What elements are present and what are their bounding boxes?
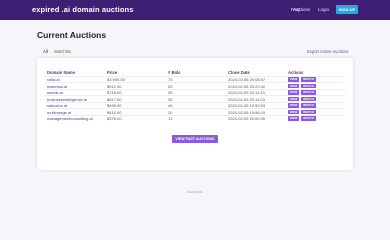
view-button[interactable]: VIEW: [288, 103, 299, 108]
row-divider: [45, 95, 345, 96]
column-header-actions: Actions: [288, 70, 304, 75]
cell-close-date: 2024-02-05 19:59:03: [228, 103, 266, 108]
brand-logo[interactable]: expired .ai domain auctions: [32, 5, 133, 14]
watch-button[interactable]: WATCH: [301, 116, 316, 121]
cell-bids: 35: [168, 90, 173, 95]
cell-close-date: 2024-02-05 20:14:21: [228, 90, 266, 95]
cell-close-date: 2024-02-05 20:00:39: [228, 116, 266, 121]
cell-price: $617.00: [107, 96, 122, 102]
row-divider: [45, 75, 345, 77]
column-header-domain: Domain Name: [47, 70, 75, 75]
cell-price: $378.00: [107, 116, 122, 121]
cell-close-date: 2024-02-05 20:08:57: [228, 77, 266, 82]
column-header-price: Price: [107, 70, 118, 75]
watch-button[interactable]: WATCH: [301, 77, 316, 82]
tab-watchlist[interactable]: Watchlist: [54, 49, 71, 54]
cell-domain[interactable]: businessintelligence.ai: [47, 97, 87, 102]
row-divider: [45, 82, 345, 83]
nav-auctions[interactable]: Auctions: [293, 7, 310, 12]
signup-button[interactable]: SIGN UP: [336, 5, 358, 14]
export-active-auctions-link[interactable]: Export Active Auctions: [307, 49, 348, 54]
watch-button[interactable]: WATCH: [301, 109, 316, 114]
cell-domain[interactable]: satsocho.ai: [47, 103, 67, 108]
tab-all[interactable]: All: [43, 49, 48, 54]
cell-close-date: 2024-02-05 19:56:19: [228, 109, 266, 115]
cell-domain[interactable]: maximus.ai: [47, 84, 67, 89]
cell-domain[interactable]: worlds.ai: [47, 90, 63, 95]
cell-price: $912.00: [107, 83, 122, 89]
column-header-bids: # Bids: [168, 70, 181, 75]
view-button[interactable]: VIEW: [288, 109, 299, 114]
watch-button[interactable]: WATCH: [301, 103, 316, 108]
cell-domain[interactable]: multimerge.ai: [47, 110, 71, 115]
view-past-auctions-button[interactable]: VIEW PAST AUCTIONS: [172, 135, 218, 143]
cell-bids: 20: [168, 109, 173, 115]
footer-auctions-link[interactable]: Auctions: [187, 189, 202, 194]
cell-bids: 13: [168, 116, 173, 121]
cell-bids: 40: [168, 103, 173, 108]
cell-domain[interactable]: managementconsulting.ai: [47, 116, 93, 121]
cell-close-date: 2024-02-05 20:11:03: [228, 96, 265, 102]
row-divider: [45, 101, 345, 103]
cell-close-date: 2024-02-05 20:22:42: [228, 83, 266, 89]
row-divider: [45, 108, 345, 109]
cell-price: $3,900.00: [107, 77, 125, 82]
watch-button[interactable]: WATCH: [301, 90, 316, 95]
view-button[interactable]: VIEW: [288, 77, 299, 82]
cell-domain[interactable]: volta.ai: [47, 77, 60, 82]
cell-price: $499.00: [107, 103, 122, 108]
row-divider: [45, 88, 345, 90]
page-title: Current Auctions: [37, 30, 107, 40]
watch-button[interactable]: WATCH: [301, 83, 316, 88]
nav-login[interactable]: Login: [318, 7, 329, 12]
cell-price: $416.00: [107, 109, 122, 115]
cell-bids: 30: [168, 96, 173, 102]
view-button[interactable]: VIEW: [288, 90, 299, 95]
cell-bids: 73: [168, 77, 173, 82]
view-button[interactable]: VIEW: [288, 83, 299, 88]
watch-button[interactable]: WATCH: [301, 96, 316, 101]
column-header-close-date: Close Date: [228, 70, 250, 75]
view-button[interactable]: VIEW: [288, 96, 299, 101]
cell-price: $718.00: [107, 90, 122, 95]
cell-bids: 53: [168, 83, 173, 89]
view-button[interactable]: VIEW: [288, 116, 299, 121]
